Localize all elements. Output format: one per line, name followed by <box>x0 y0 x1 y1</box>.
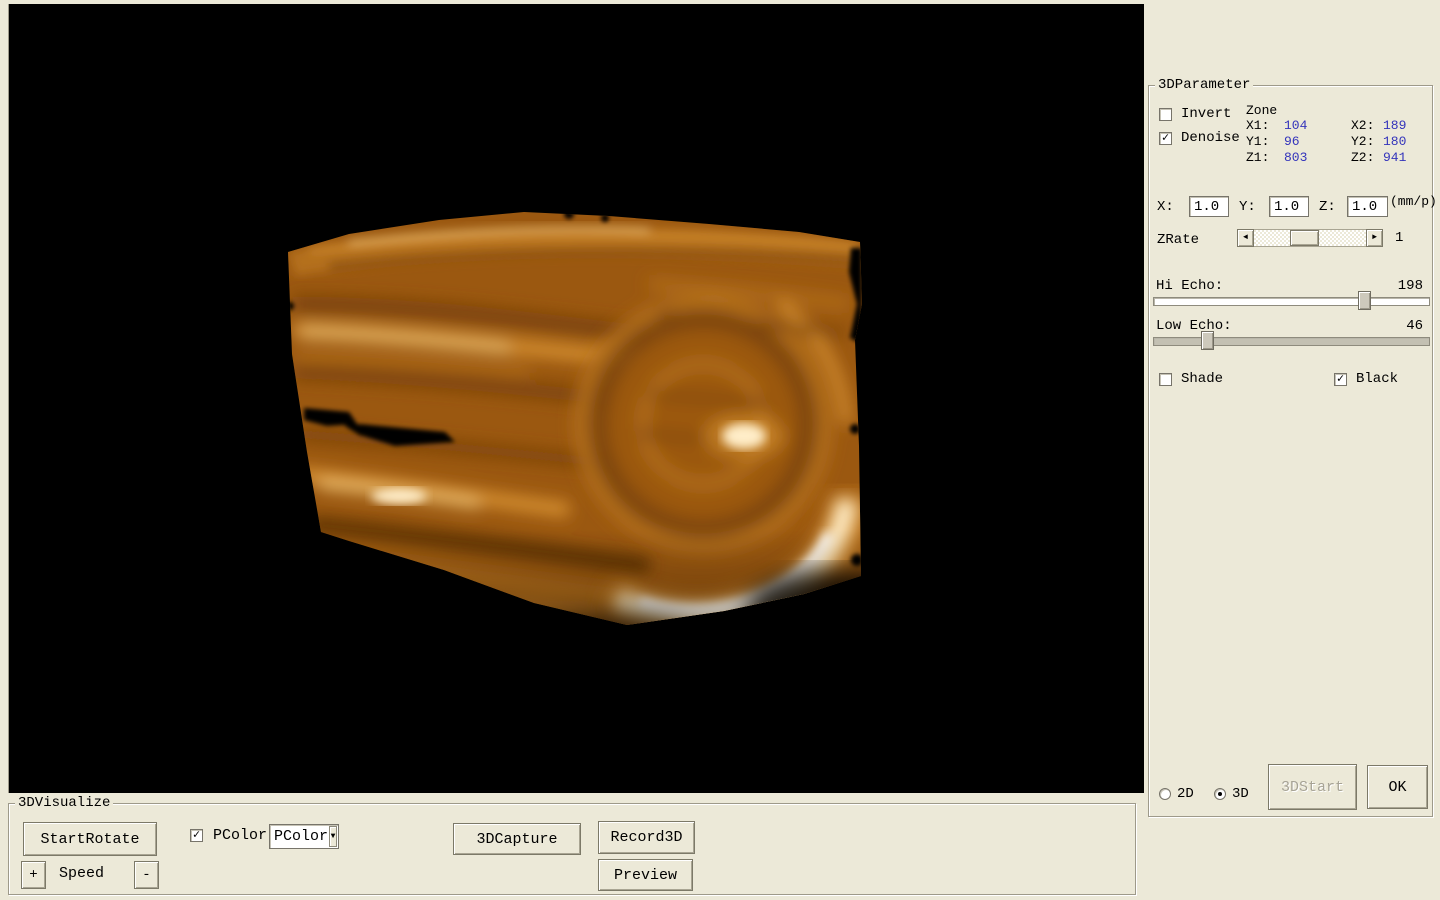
zrate-scroll-left-icon[interactable]: ◄ <box>1237 229 1254 247</box>
pcolor-checkbox[interactable]: ✓ <box>190 829 203 842</box>
zone-y2-value: 180 <box>1383 134 1406 149</box>
record-3d-button[interactable]: Record3D <box>598 821 695 854</box>
low-echo-slider-track[interactable] <box>1153 337 1430 346</box>
parameter-groupbox: 3DParameter Invert ✓ Denoise Zone X1: 10… <box>1148 85 1433 817</box>
low-echo-slider-thumb[interactable] <box>1201 331 1214 350</box>
start-rotate-button[interactable]: StartRotate <box>23 822 157 856</box>
mode-3d-radio[interactable] <box>1214 788 1226 800</box>
start3d-button[interactable]: 3DStart <box>1268 764 1357 810</box>
shade-label: Shade <box>1181 372 1223 387</box>
viewport-3d[interactable] <box>8 4 1144 793</box>
voxel-unit-label: (mm/p) <box>1390 194 1437 209</box>
zone-x1-value: 104 <box>1284 118 1307 133</box>
zone-x2-value: 189 <box>1383 118 1406 133</box>
denoise-checkbox[interactable]: ✓ <box>1159 132 1172 145</box>
mode-2d-label: 2D <box>1177 787 1194 802</box>
voxel-y-input[interactable] <box>1269 196 1309 217</box>
capture-3d-button[interactable]: 3DCapture <box>453 823 581 855</box>
voxel-z-input[interactable] <box>1347 196 1388 217</box>
zone-x2-label: X2: <box>1351 118 1374 133</box>
zone-z1-label: Z1: <box>1246 150 1269 165</box>
mode-3d-label: 3D <box>1232 787 1249 802</box>
speed-label: Speed <box>59 866 104 881</box>
denoise-label: Denoise <box>1181 131 1240 146</box>
preview-button[interactable]: Preview <box>598 859 693 891</box>
zone-y1-value: 96 <box>1284 134 1300 149</box>
zone-title: Zone <box>1246 103 1277 118</box>
visualize-groupbox: 3DVisualize StartRotate ✓ PColor PColor … <box>8 803 1136 895</box>
zone-z1-value: 803 <box>1284 150 1307 165</box>
zone-y2-label: Y2: <box>1351 134 1374 149</box>
voxel-y-label: Y: <box>1239 200 1256 215</box>
zone-y1-label: Y1: <box>1246 134 1269 149</box>
hi-echo-slider[interactable] <box>1153 289 1430 311</box>
zrate-scroll-track[interactable] <box>1254 229 1366 247</box>
low-echo-slider[interactable] <box>1153 329 1430 351</box>
zone-z2-label: Z2: <box>1351 150 1374 165</box>
voxel-z-label: Z: <box>1319 200 1336 215</box>
voxel-x-input[interactable] <box>1189 196 1229 217</box>
voxel-x-label: X: <box>1157 200 1174 215</box>
zrate-scrollbar[interactable]: ◄ ► <box>1237 229 1383 247</box>
black-label: Black <box>1356 372 1398 387</box>
zrate-label: ZRate <box>1157 233 1199 248</box>
hi-echo-slider-track[interactable] <box>1153 297 1430 306</box>
invert-label: Invert <box>1181 107 1231 122</box>
zrate-value: 1 <box>1395 231 1403 246</box>
zone-x1-label: X1: <box>1246 118 1269 133</box>
ok-button[interactable]: OK <box>1367 765 1428 809</box>
black-checkbox[interactable]: ✓ <box>1334 373 1347 386</box>
parameter-group-title: 3DParameter <box>1155 77 1253 93</box>
speed-minus-button[interactable]: - <box>134 861 159 889</box>
shade-checkbox[interactable] <box>1159 373 1172 386</box>
pcolor-select[interactable]: PColor ▼ <box>269 824 339 849</box>
pcolor-select-value: PColor <box>270 828 328 845</box>
mode-2d-radio[interactable] <box>1159 788 1171 800</box>
pcolor-label: PColor <box>213 828 267 843</box>
zone-z2-value: 941 <box>1383 150 1406 165</box>
hi-echo-slider-thumb[interactable] <box>1358 291 1371 310</box>
visualize-group-title: 3DVisualize <box>15 795 113 811</box>
zrate-scroll-right-icon[interactable]: ► <box>1366 229 1383 247</box>
speed-plus-button[interactable]: + <box>21 861 46 889</box>
invert-checkbox[interactable] <box>1159 108 1172 121</box>
application-window: 3DParameter Invert ✓ Denoise Zone X1: 10… <box>0 0 1440 900</box>
zrate-scroll-thumb[interactable] <box>1290 230 1319 246</box>
volume-render <box>9 4 1145 793</box>
chevron-down-icon[interactable]: ▼ <box>329 826 337 847</box>
